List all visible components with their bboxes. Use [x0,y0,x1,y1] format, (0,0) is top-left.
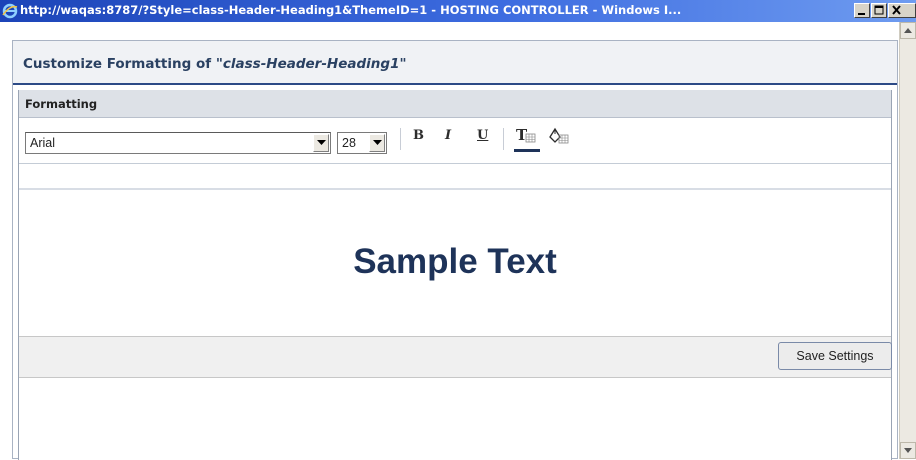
chevron-down-icon [373,140,382,145]
font-size-dropdown-button[interactable] [369,134,385,152]
empty-content-area [19,378,891,460]
maximize-icon [874,5,884,15]
formatting-label: Formatting [25,97,98,111]
text-color-icon[interactable]: T [514,126,544,154]
maximize-button[interactable] [871,3,887,18]
formatting-panel: Formatting Arial 28 B I U T Sample Text … [18,90,892,460]
toolbar-spacer [19,164,891,190]
dialog-footer: Save Settings [19,336,892,378]
font-size-select[interactable]: 28 [337,132,387,154]
internet-explorer-icon [2,3,18,19]
scroll-up-arrow-icon[interactable] [900,22,916,39]
toolbar-separator [503,128,504,150]
italic-button[interactable]: I [445,128,451,143]
dialog-title-class-name: "class-Header-Heading1" [215,56,407,72]
chevron-down-icon [317,140,326,145]
minimize-icon [858,13,865,15]
window-title-bar: http://waqas:8787/?Style=class-Header-He… [0,0,916,22]
font-family-value: Arial [30,136,56,150]
save-settings-button[interactable]: Save Settings [778,342,892,370]
close-button[interactable] [888,3,916,18]
minimize-button[interactable] [854,3,870,18]
sample-text: Sample Text [353,242,557,281]
customize-formatting-dialog: Customize Formatting of "class-Header-He… [12,40,898,460]
dialog-header: Customize Formatting of "class-Header-He… [13,41,897,85]
background-color-icon[interactable] [546,126,574,150]
vertical-scrollbar[interactable] [899,22,916,459]
toolbar-separator [400,128,401,150]
formatting-toolbar: Arial 28 B I U T [19,118,891,164]
bold-button[interactable]: B [413,128,424,143]
font-size-value: 28 [342,136,356,150]
font-family-dropdown-button[interactable] [313,134,329,152]
close-icon [892,5,901,15]
formatting-section-header: Formatting [19,90,891,118]
font-family-select[interactable]: Arial [25,132,331,154]
dialog-title-prefix: Customize Formatting of [23,56,216,72]
window-title: http://waqas:8787/?Style=class-Header-He… [20,3,682,17]
scroll-down-arrow-icon[interactable] [900,442,916,459]
dialog-title: Customize Formatting of "class-Header-He… [23,56,407,72]
underline-button[interactable]: U [477,128,488,143]
preview-area: Sample Text [19,190,891,336]
